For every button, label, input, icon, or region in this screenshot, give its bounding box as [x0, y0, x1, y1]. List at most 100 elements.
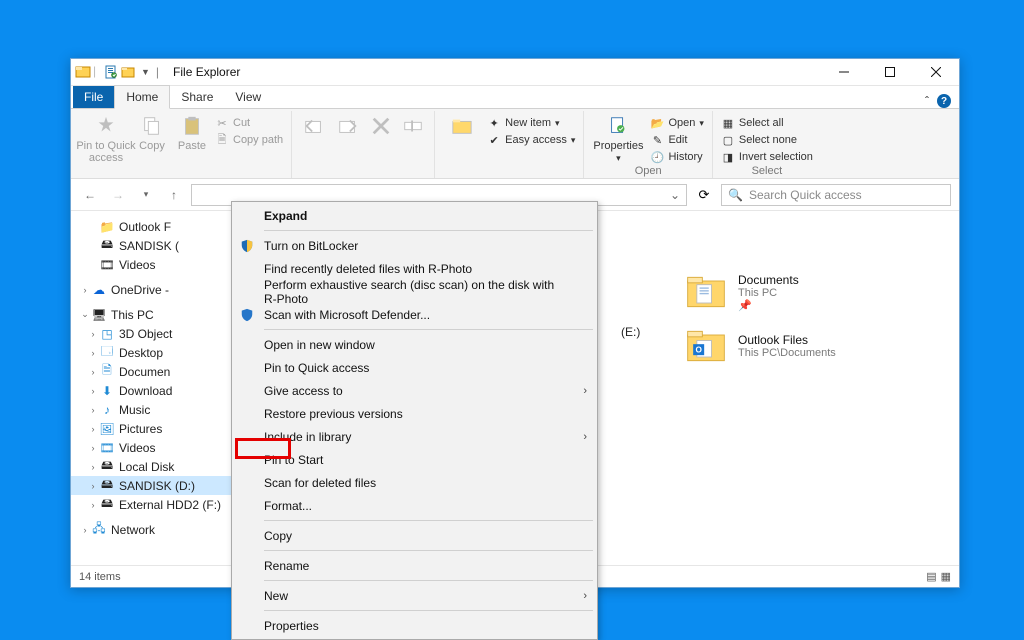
pin-to-quick-access-button[interactable]: Pin to Quick access	[81, 113, 131, 164]
chevron-right-icon: ›	[583, 590, 587, 602]
select-all-button[interactable]: ▦ Select all	[719, 115, 815, 131]
minimize-button[interactable]	[821, 59, 867, 86]
qat-dropdown-icon[interactable]: ▼	[139, 67, 150, 77]
close-button[interactable]	[913, 59, 959, 86]
back-button[interactable]: ←	[79, 184, 101, 206]
qat-properties-icon[interactable]	[103, 64, 119, 80]
window-title: File Explorer	[173, 65, 240, 79]
menu-scan-deleted[interactable]: Scan for deleted files	[234, 471, 595, 494]
drive-icon: 🖴	[99, 238, 115, 254]
videos-icon: 🎞	[99, 440, 115, 456]
select-group-label: Select	[719, 165, 815, 178]
open-group-label: Open	[590, 165, 705, 178]
folder-documents-icon	[684, 270, 728, 314]
chevron-right-icon: ›	[583, 431, 587, 443]
copy-to-button[interactable]	[332, 113, 364, 140]
move-to-button[interactable]	[298, 113, 330, 140]
quick-access-toolbar: | ▼ |	[71, 59, 167, 85]
music-icon: ♪	[99, 402, 115, 418]
context-menu: Expand Turn on BitLocker Find recently d…	[231, 201, 598, 640]
file-card-documents[interactable]: Documents This PC 📌	[681, 267, 951, 317]
shield-icon	[238, 237, 256, 255]
downloads-icon: ⬇	[99, 383, 115, 399]
refresh-button[interactable]: ⟳	[693, 184, 715, 206]
copy-path-icon: 🗎	[215, 133, 229, 147]
defender-icon	[238, 306, 256, 324]
menu-copy[interactable]: Copy	[234, 524, 595, 547]
new-folder-button[interactable]	[441, 113, 483, 140]
item-count: 14 items	[79, 571, 121, 583]
app-icon	[75, 64, 91, 80]
forward-button[interactable]: →	[107, 184, 129, 206]
new-item-button[interactable]: ✦ New item ▾	[485, 115, 577, 131]
menu-include-library[interactable]: Include in library›	[234, 425, 595, 448]
help-icon[interactable]: ?	[937, 94, 951, 108]
menu-new-window[interactable]: Open in new window	[234, 333, 595, 356]
open-button[interactable]: 📂 Open ▾	[648, 115, 705, 131]
copy-path-button[interactable]: 🗎 Copy path	[213, 132, 285, 148]
cut-button[interactable]: ✂ Cut	[213, 115, 285, 131]
qat-sep: |	[93, 64, 101, 80]
titlebar: | ▼ | File Explorer	[71, 59, 959, 86]
rename-button[interactable]	[398, 113, 428, 140]
delete-button[interactable]	[366, 113, 396, 140]
menu-rphoto-scan[interactable]: Perform exhaustive search (disc scan) on…	[234, 280, 595, 303]
chevron-right-icon: ›	[583, 385, 587, 397]
menu-defender[interactable]: Scan with Microsoft Defender...	[234, 303, 595, 326]
easy-access-button[interactable]: ✔ Easy access ▾	[485, 132, 577, 148]
svg-text:O: O	[695, 345, 702, 354]
up-button[interactable]: ↑	[163, 184, 185, 206]
tab-share[interactable]: Share	[170, 86, 224, 108]
history-icon: 🕘	[650, 150, 664, 164]
menu-format[interactable]: Format...	[234, 494, 595, 517]
desktop-icon: 🗔	[99, 345, 115, 361]
videos-icon: 🎞	[99, 257, 115, 273]
select-none-icon: ▢	[721, 133, 735, 147]
qat-newfolder-icon[interactable]	[121, 64, 137, 80]
tab-file[interactable]: File	[73, 86, 114, 108]
collapse-ribbon-icon[interactable]: ˆ	[925, 94, 929, 108]
properties-button[interactable]: Properties ▾	[590, 113, 646, 164]
new-item-icon: ✦	[487, 116, 501, 130]
menu-pin-quick-access[interactable]: Pin to Quick access	[234, 356, 595, 379]
documents-icon: 🗎	[99, 364, 115, 380]
large-icons-view-icon[interactable]: ▦	[941, 570, 951, 583]
search-box[interactable]: 🔍 Search Quick access	[721, 184, 951, 206]
file-card-outlook-files[interactable]: O Outlook Files This PC\Documents	[681, 321, 951, 371]
menu-pin-start[interactable]: Pin to Start	[234, 448, 595, 471]
ribbon-help: ˆ ?	[925, 94, 951, 108]
select-all-icon: ▦	[721, 116, 735, 130]
details-view-icon[interactable]: ▤	[926, 570, 936, 583]
maximize-button[interactable]	[867, 59, 913, 86]
ribbon: Pin to Quick access Copy Paste ✂ Cut	[71, 109, 959, 179]
file-explorer-window: | ▼ | File Explorer File Home Sh	[70, 58, 960, 588]
pin-icon: 📌	[738, 299, 799, 312]
edit-button[interactable]: ✎ Edit	[648, 132, 705, 148]
invert-selection-button[interactable]: ◨ Invert selection	[719, 149, 815, 165]
drive-icon: 🖴	[99, 497, 115, 513]
menu-new[interactable]: New›	[234, 584, 595, 607]
ribbon-tabs: File Home Share View ˆ ?	[71, 86, 959, 109]
copy-button[interactable]: Copy	[133, 113, 171, 152]
pictures-icon: 🖼	[99, 421, 115, 437]
address-dropdown-icon[interactable]: ⌄	[670, 188, 680, 202]
tab-view[interactable]: View	[224, 86, 272, 108]
paste-button[interactable]: Paste	[173, 113, 211, 152]
menu-restore-versions[interactable]: Restore previous versions	[234, 402, 595, 425]
folder-outlook-icon: O	[684, 324, 728, 368]
drive-icon: 🖴	[99, 459, 115, 475]
invert-icon: ◨	[721, 150, 735, 164]
menu-give-access[interactable]: Give access to›	[234, 379, 595, 402]
menu-rename[interactable]: Rename	[234, 554, 595, 577]
usb-drive-icon: 🖴	[99, 478, 115, 494]
network-icon: 🖧	[91, 522, 107, 538]
easy-access-icon: ✔	[487, 133, 501, 147]
select-none-button[interactable]: ▢ Select none	[719, 132, 815, 148]
window-buttons	[821, 59, 959, 86]
history-button[interactable]: 🕘 History	[648, 149, 705, 165]
search-icon: 🔍	[728, 188, 743, 202]
recent-locations-button[interactable]: ▾	[135, 184, 157, 206]
menu-expand[interactable]: Expand	[234, 204, 595, 227]
tab-home[interactable]: Home	[114, 85, 170, 109]
menu-bitlocker[interactable]: Turn on BitLocker	[234, 234, 595, 257]
